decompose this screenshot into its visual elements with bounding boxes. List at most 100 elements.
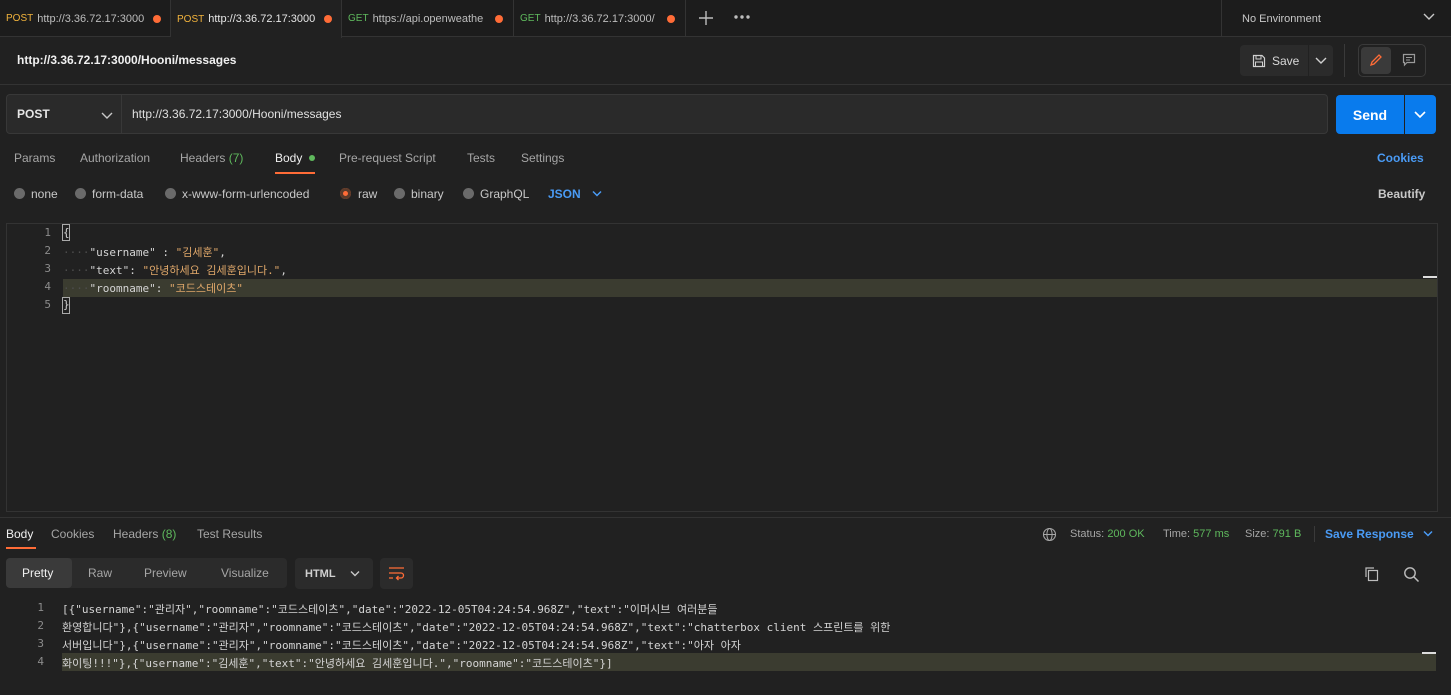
format-pretty[interactable]: Pretty xyxy=(22,566,53,580)
comment-icon xyxy=(1402,53,1416,67)
radio-none-label[interactable]: none xyxy=(31,187,58,201)
tab-body[interactable]: Body xyxy=(275,151,302,165)
json-comma: , xyxy=(280,264,287,277)
response-line: 환영합니다"},{"username":"관리자","roomname":"코드… xyxy=(62,621,891,634)
json-sep: : xyxy=(155,246,176,259)
response-line: 서버입니다"},{"username":"관리자","roomname":"코드… xyxy=(62,639,741,652)
copy-icon[interactable] xyxy=(1364,566,1380,582)
request-tab[interactable]: GET https://api.openweathe xyxy=(342,0,514,37)
radio-urlencoded[interactable] xyxy=(165,188,176,199)
request-tab[interactable]: POST http://3.36.72.17:3000 xyxy=(0,0,171,37)
json-value: "코드스테이츠" xyxy=(168,282,243,295)
line-number: 1 xyxy=(37,601,44,614)
tab-prerequest-script[interactable]: Pre-request Script xyxy=(339,151,436,165)
active-tab-underline xyxy=(275,172,315,174)
divider xyxy=(1314,526,1315,542)
response-language-select[interactable]: HTML xyxy=(295,558,373,589)
unsaved-dot-icon xyxy=(324,15,333,23)
send-options-button[interactable] xyxy=(1405,95,1436,134)
divider xyxy=(0,84,1451,85)
radio-urlencoded-label[interactable]: x-www-form-urlencoded xyxy=(182,187,309,201)
size-label: Size: xyxy=(1245,528,1270,540)
beautify-link[interactable]: Beautify xyxy=(1378,187,1425,201)
tab-params[interactable]: Params xyxy=(14,151,55,165)
headers-count-badge: (8) xyxy=(161,527,177,541)
tab-tests[interactable]: Tests xyxy=(467,151,495,165)
current-line-highlight xyxy=(63,279,1437,297)
save-response-button[interactable]: Save Response xyxy=(1325,527,1433,541)
search-icon[interactable] xyxy=(1403,566,1420,583)
time-label: Time: xyxy=(1163,528,1191,540)
save-options-button[interactable] xyxy=(1309,45,1333,76)
time-value: 577 ms xyxy=(1193,528,1230,540)
chevron-down-icon xyxy=(592,190,602,197)
body-format-select[interactable]: JSON xyxy=(548,187,602,201)
line-number: 2 xyxy=(37,619,44,632)
response-line: [{"username":"관리자","roomname":"코드스테이츠","… xyxy=(62,603,718,616)
radio-raw[interactable] xyxy=(340,188,351,199)
response-tab-test-results[interactable]: Test Results xyxy=(197,527,262,541)
json-value: "안녕하세요 김세훈입니다." xyxy=(142,264,281,277)
radio-graphql-label[interactable]: GraphQL xyxy=(480,187,529,201)
request-tab[interactable]: GET http://3.36.72.17:3000/ xyxy=(514,0,686,37)
radio-form-data[interactable] xyxy=(75,188,86,199)
request-title[interactable]: http://3.36.72.17:3000/Hooni/messages xyxy=(17,53,236,67)
comments-button[interactable] xyxy=(1394,47,1424,74)
format-raw[interactable]: Raw xyxy=(88,566,112,580)
cookies-link[interactable]: Cookies xyxy=(1377,151,1424,165)
radio-none[interactable] xyxy=(14,188,25,199)
response-line: 화이팅!!!"},{"username":"김세훈","text":"안녕하세요… xyxy=(62,657,613,670)
tab-headers-label: Headers xyxy=(180,151,226,165)
radio-raw-label[interactable]: raw xyxy=(358,187,377,201)
environment-select[interactable]: No Environment xyxy=(1221,0,1451,37)
tab-headers[interactable]: Headers (7) xyxy=(180,151,243,165)
tab-url: http://3.36.72.17:3000 xyxy=(208,13,316,25)
wrap-lines-button[interactable] xyxy=(380,558,413,589)
globe-icon[interactable] xyxy=(1042,527,1057,542)
response-body-viewer[interactable]: 1 2 3 4 [{"username":"관리자","roomname":"코… xyxy=(0,598,1451,695)
code-line: ····"roomname": "코드스테이츠" xyxy=(63,280,243,296)
method-select[interactable]: POST xyxy=(6,94,122,134)
tab-method: GET xyxy=(520,13,541,24)
code-line: ····"username" : "김세훈", xyxy=(63,244,226,260)
tab-method: POST xyxy=(177,13,205,25)
request-tab-active[interactable]: POST http://3.36.72.17:3000 xyxy=(171,0,342,38)
response-tab-cookies[interactable]: Cookies xyxy=(51,527,94,541)
url-input[interactable] xyxy=(122,94,1328,134)
status-label: Status: xyxy=(1070,528,1105,540)
time-readout: Time: 577 ms xyxy=(1163,528,1229,540)
divider xyxy=(1344,44,1345,77)
status-value: 200 OK xyxy=(1107,528,1145,540)
active-tab-underline xyxy=(6,547,36,549)
json-key: "roomname" xyxy=(89,282,156,295)
save-response-label: Save Response xyxy=(1325,527,1414,541)
indent-guide: ···· xyxy=(63,246,90,259)
radio-binary-label[interactable]: binary xyxy=(411,187,444,201)
radio-binary[interactable] xyxy=(394,188,405,199)
request-body-editor[interactable]: 1 2 3 4 5 { ····"username" : "김세훈", ····… xyxy=(6,223,1438,512)
format-visualize[interactable]: Visualize xyxy=(221,566,269,580)
divider xyxy=(0,517,1451,518)
tab-url: http://3.36.72.17:3000/ xyxy=(544,12,655,25)
radio-form-data-label[interactable]: form-data xyxy=(92,187,143,201)
tab-url: https://api.openweathe xyxy=(372,12,484,25)
radio-graphql[interactable] xyxy=(463,188,474,199)
wrap-icon xyxy=(389,567,405,581)
response-tab-headers[interactable]: Headers (8) xyxy=(113,527,176,541)
more-icon[interactable] xyxy=(734,14,750,20)
tab-settings[interactable]: Settings xyxy=(521,151,564,165)
response-tab-body[interactable]: Body xyxy=(6,527,33,541)
tab-authorization[interactable]: Authorization xyxy=(80,151,150,165)
edit-mode-button[interactable] xyxy=(1361,47,1391,74)
json-key: "text" xyxy=(89,264,130,277)
send-button[interactable]: Send xyxy=(1336,95,1404,134)
chevron-down-icon xyxy=(1315,57,1327,64)
format-preview[interactable]: Preview xyxy=(144,566,187,580)
save-button[interactable]: Save xyxy=(1240,45,1308,76)
scroll-marker xyxy=(1423,276,1437,278)
unsaved-dot-icon xyxy=(494,14,503,23)
line-number: 3 xyxy=(44,262,51,275)
plus-icon[interactable] xyxy=(698,10,714,26)
line-number: 5 xyxy=(44,298,51,311)
line-number: 3 xyxy=(37,637,44,650)
